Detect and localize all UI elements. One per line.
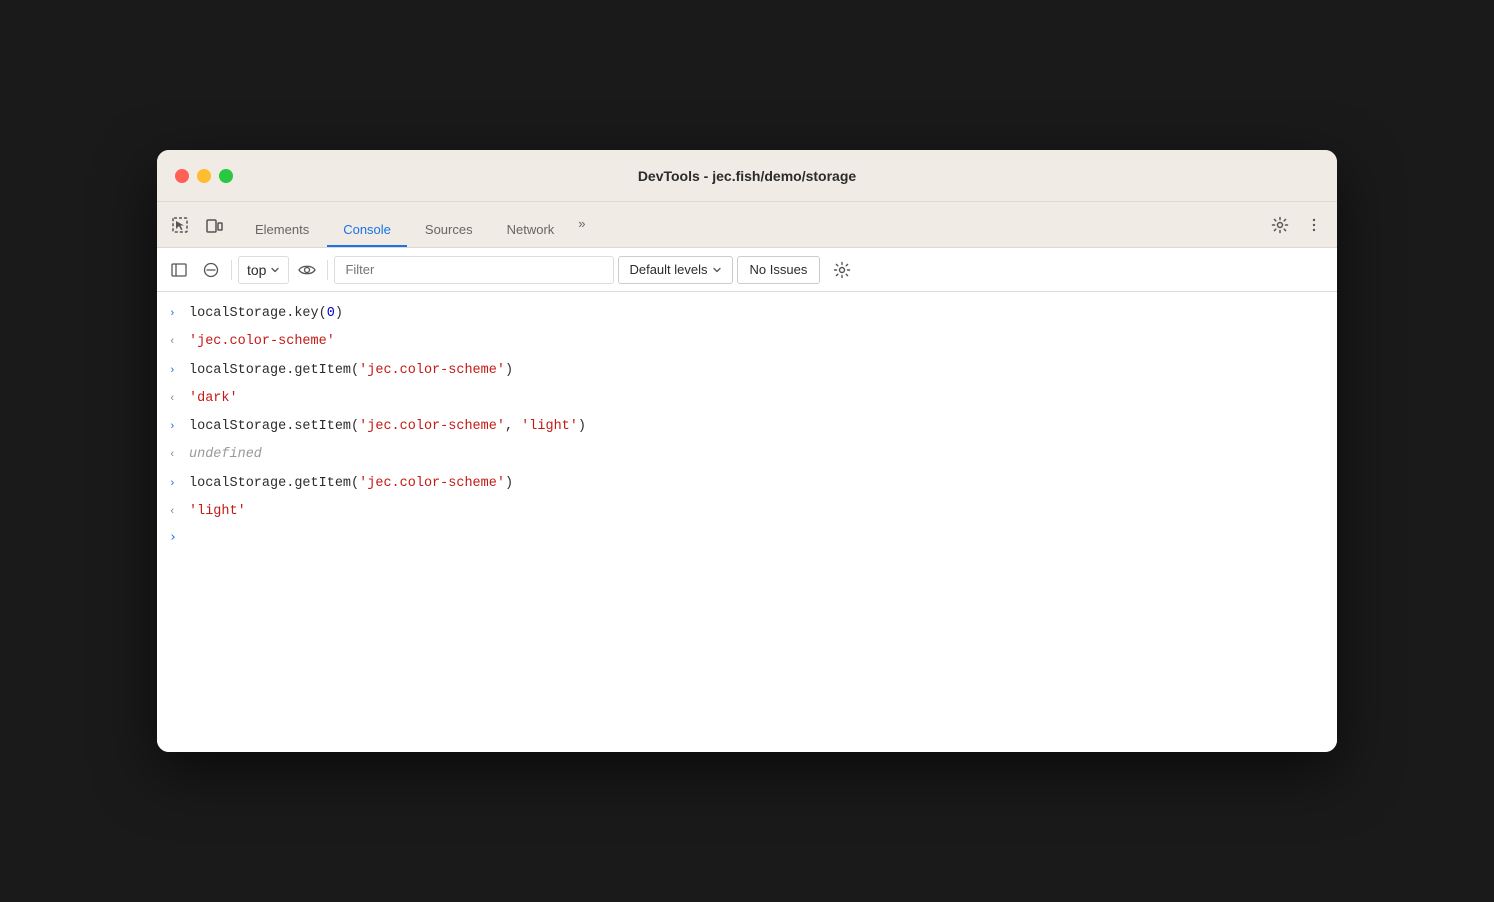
- tab-right-icons: [1265, 211, 1329, 239]
- console-settings-button[interactable]: [828, 256, 856, 284]
- clear-icon: [203, 262, 219, 278]
- output-arrow-4: ‹: [169, 387, 181, 410]
- line-3-text: localStorage.getItem('jec.color-scheme'): [189, 359, 513, 383]
- tab-sources[interactable]: Sources: [409, 214, 489, 247]
- more-options-button[interactable]: [1299, 211, 1329, 239]
- window-title: DevTools - jec.fish/demo/storage: [638, 168, 856, 184]
- gear-icon: [1271, 216, 1289, 234]
- console-line-7: › localStorage.getItem('jec.color-scheme…: [157, 470, 1337, 498]
- console-line-1: › localStorage.key(0): [157, 300, 1337, 328]
- devtools-window: DevTools - jec.fish/demo/storage Element…: [157, 150, 1337, 752]
- tabbar: Elements Console Sources Network »: [157, 202, 1337, 248]
- tab-elements[interactable]: Elements: [239, 214, 325, 247]
- console-line-8: ‹ 'light': [157, 498, 1337, 526]
- sidebar-toggle-button[interactable]: [165, 256, 193, 284]
- settings-button[interactable]: [1265, 211, 1295, 239]
- console-toolbar: top Default levels No Issues: [157, 248, 1337, 292]
- line-7-text: localStorage.getItem('jec.color-scheme'): [189, 472, 513, 496]
- toolbar-divider-2: [327, 260, 328, 280]
- line-2-text: 'jec.color-scheme': [189, 330, 335, 354]
- console-gear-icon: [833, 261, 851, 279]
- minimize-button[interactable]: [197, 169, 211, 183]
- input-arrow-3: ›: [169, 359, 181, 382]
- line-5-text: localStorage.setItem('jec.color-scheme',…: [189, 415, 586, 439]
- output-arrow-2: ‹: [169, 330, 181, 353]
- line-1-blue: 0: [327, 306, 335, 321]
- tab-network[interactable]: Network: [491, 214, 571, 247]
- console-line-5: › localStorage.setItem('jec.color-scheme…: [157, 413, 1337, 441]
- console-line-6: ‹ undefined: [157, 441, 1337, 469]
- tab-console[interactable]: Console: [327, 214, 407, 247]
- kebab-icon: [1305, 216, 1323, 234]
- input-caret: ›: [169, 530, 177, 545]
- console-line-3: › localStorage.getItem('jec.color-scheme…: [157, 357, 1337, 385]
- sidebar-icon: [171, 262, 187, 278]
- line-5-red2: 'light': [521, 419, 578, 434]
- context-selector[interactable]: top: [238, 256, 289, 284]
- device-toolbar-button[interactable]: [199, 211, 229, 239]
- line-7-red: 'jec.color-scheme': [359, 476, 505, 491]
- eye-icon-button[interactable]: [293, 256, 321, 284]
- line-1-text: localStorage.key(0): [189, 302, 343, 326]
- line-6-text: undefined: [189, 443, 262, 467]
- input-arrow-7: ›: [169, 472, 181, 495]
- input-arrow-5: ›: [169, 415, 181, 438]
- tab-more[interactable]: »: [572, 208, 591, 239]
- console-output: › localStorage.key(0) ‹ 'jec.color-schem…: [157, 292, 1337, 752]
- toolbar-divider: [231, 260, 232, 280]
- no-issues-button[interactable]: No Issues: [737, 256, 821, 284]
- eye-icon: [298, 263, 316, 277]
- device-icon: [205, 216, 223, 234]
- log-levels-selector[interactable]: Default levels: [618, 256, 732, 284]
- line-4-text: 'dark': [189, 387, 238, 411]
- inspect-icon-button[interactable]: [165, 211, 195, 239]
- input-arrow-1: ›: [169, 302, 181, 325]
- cursor-icon: [171, 216, 189, 234]
- clear-console-button[interactable]: [197, 256, 225, 284]
- levels-dropdown-icon: [712, 265, 722, 275]
- window-controls: [175, 169, 233, 183]
- dropdown-arrow-icon: [270, 265, 280, 275]
- maximize-button[interactable]: [219, 169, 233, 183]
- close-button[interactable]: [175, 169, 189, 183]
- console-input-line[interactable]: ›: [157, 526, 1337, 549]
- titlebar: DevTools - jec.fish/demo/storage: [157, 150, 1337, 202]
- output-arrow-8: ‹: [169, 500, 181, 523]
- tab-left-icons: [165, 211, 229, 239]
- console-line-2: ‹ 'jec.color-scheme': [157, 328, 1337, 356]
- output-arrow-6: ‹: [169, 443, 181, 466]
- filter-input[interactable]: [334, 256, 614, 284]
- line-5-red1: 'jec.color-scheme': [359, 419, 505, 434]
- line-3-red: 'jec.color-scheme': [359, 363, 505, 378]
- line-8-text: 'light': [189, 500, 246, 524]
- console-line-4: ‹ 'dark': [157, 385, 1337, 413]
